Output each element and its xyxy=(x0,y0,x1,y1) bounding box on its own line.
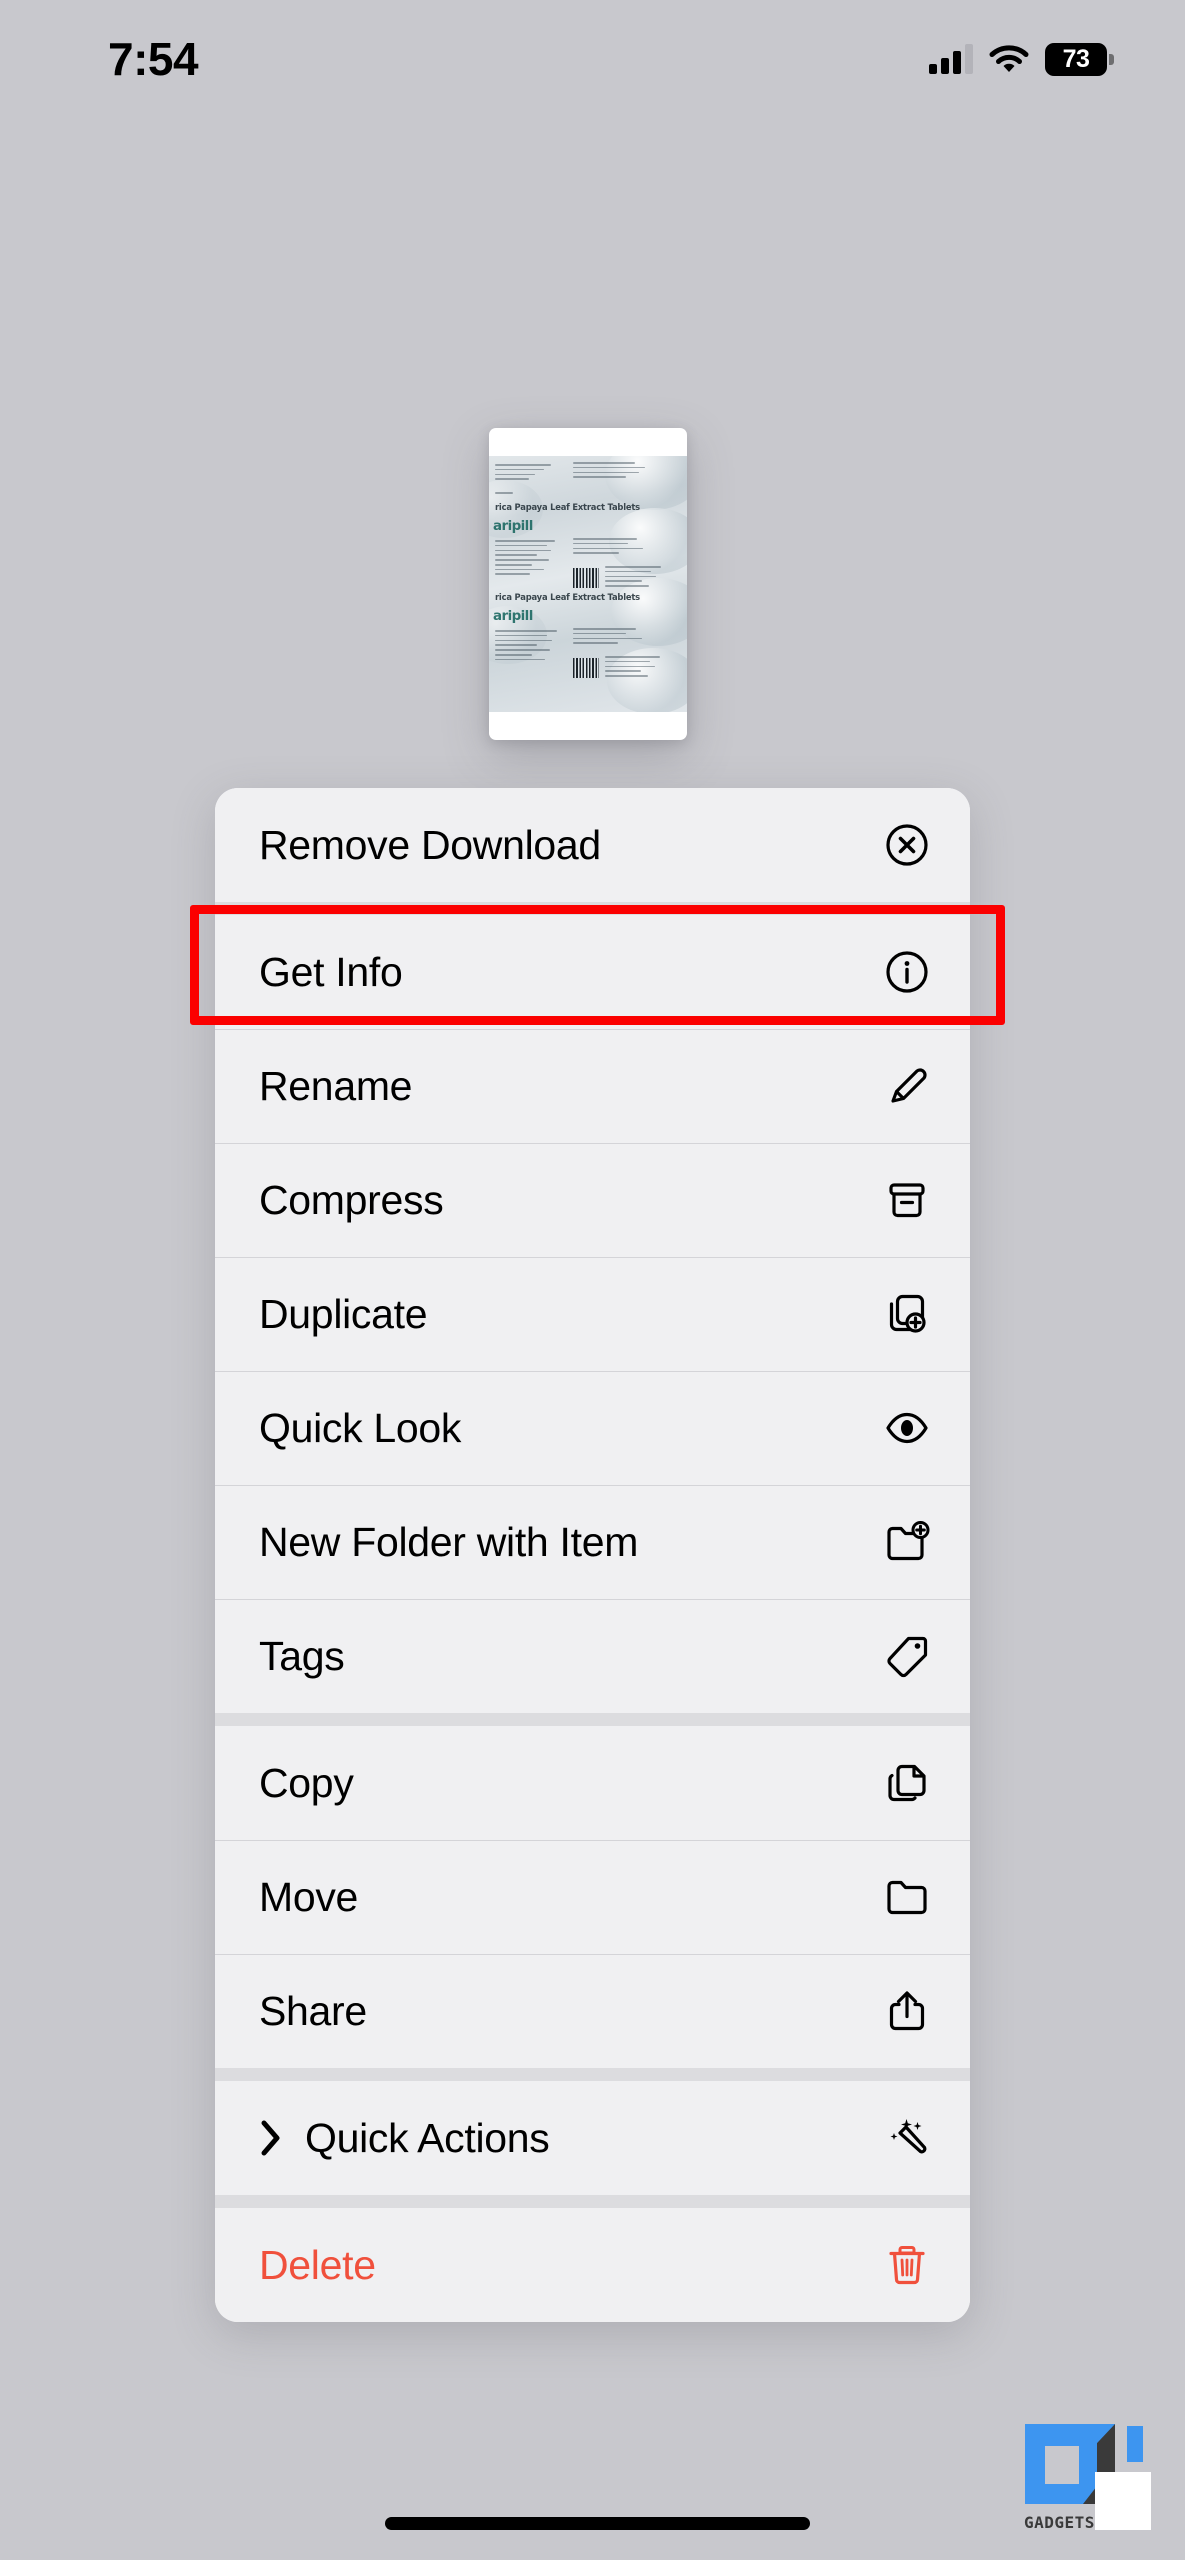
thumbnail-brand-1: aripill xyxy=(493,518,533,534)
menu-section: Get Info Rename Compress Duplicate Quick… xyxy=(215,915,970,1713)
menu-item-label: Copy xyxy=(259,1759,354,1806)
menu-item-label: New Folder with Item xyxy=(259,1518,639,1565)
menu-item-get-info[interactable]: Get Info xyxy=(215,915,970,1029)
thumbnail-product-line-2: rica Papaya Leaf Extract Tablets xyxy=(495,592,640,602)
menu-section: Remove Download xyxy=(215,788,970,902)
sparkles-wand-icon xyxy=(883,2114,931,2162)
pencil-icon xyxy=(883,1062,931,1110)
watermark-label: GADGETS xyxy=(1024,2513,1095,2532)
menu-section: Delete xyxy=(215,2208,970,2322)
menu-item-label: Duplicate xyxy=(259,1290,428,1337)
menu-item-tags[interactable]: Tags xyxy=(215,1599,970,1713)
archive-box-icon xyxy=(883,1176,931,1224)
menu-item-move[interactable]: Move xyxy=(215,1840,970,1954)
thumbnail-brand-2: aripill xyxy=(493,608,533,624)
menu-item-label: Get Info xyxy=(259,948,403,995)
home-indicator[interactable] xyxy=(385,2517,810,2530)
menu-item-label: Quick Actions xyxy=(305,2114,550,2161)
menu-item-label: Move xyxy=(259,1873,359,1920)
menu-section: Copy Move Share xyxy=(215,1726,970,2068)
menu-item-remove-download[interactable]: Remove Download xyxy=(215,788,970,902)
file-thumbnail-preview[interactable]: rica Papaya Leaf Extract Tablets aripill… xyxy=(489,428,687,740)
menu-item-label: Compress xyxy=(259,1176,444,1223)
trash-icon xyxy=(883,2241,931,2289)
chevron-right-icon xyxy=(259,2118,285,2158)
battery-icon: 73 xyxy=(1045,42,1114,76)
menu-item-label: Remove Download xyxy=(259,821,601,868)
menu-item-label: Quick Look xyxy=(259,1404,462,1451)
tag-icon xyxy=(883,1632,931,1680)
context-menu[interactable]: Remove Download Get Info Rename Compress… xyxy=(215,788,970,2322)
menu-item-copy[interactable]: Copy xyxy=(215,1726,970,1840)
duplicate-icon xyxy=(883,1290,931,1338)
menu-item-delete[interactable]: Delete xyxy=(215,2208,970,2322)
folder-icon xyxy=(883,1873,931,1921)
thumbnail-image: rica Papaya Leaf Extract Tablets aripill… xyxy=(489,456,687,712)
menu-section: Quick Actions xyxy=(215,2081,970,2195)
menu-item-label: Share xyxy=(259,1987,367,2034)
folder-plus-icon xyxy=(883,1518,931,1566)
menu-item-quick-actions[interactable]: Quick Actions xyxy=(215,2081,970,2195)
status-bar-indicators: 73 xyxy=(929,35,1114,76)
menu-item-label: Tags xyxy=(259,1632,345,1679)
menu-item-label: Rename xyxy=(259,1062,413,1109)
copy-icon xyxy=(883,1759,931,1807)
wifi-icon xyxy=(989,45,1029,72)
menu-item-compress[interactable]: Compress xyxy=(215,1143,970,1257)
thumbnail-product-line-1: rica Papaya Leaf Extract Tablets xyxy=(495,502,640,512)
remove-download-icon xyxy=(883,821,931,869)
menu-item-new-folder-with-item[interactable]: New Folder with Item xyxy=(215,1485,970,1599)
cellular-signal-icon xyxy=(929,44,973,74)
info-icon xyxy=(883,948,931,996)
share-icon xyxy=(883,1987,931,2035)
menu-item-quick-look[interactable]: Quick Look xyxy=(215,1371,970,1485)
eye-icon xyxy=(883,1404,931,1452)
menu-item-label: Delete xyxy=(259,2241,376,2288)
gadgets-to-use-watermark: GADGETS xyxy=(1023,2414,1151,2532)
status-bar-clock: 7:54 xyxy=(108,33,199,85)
battery-level-label: 73 xyxy=(1062,44,1090,73)
menu-item-rename[interactable]: Rename xyxy=(215,1029,970,1143)
menu-item-share[interactable]: Share xyxy=(215,1954,970,2068)
status-bar: 7:54 73 xyxy=(0,0,1185,110)
menu-item-duplicate[interactable]: Duplicate xyxy=(215,1257,970,1371)
